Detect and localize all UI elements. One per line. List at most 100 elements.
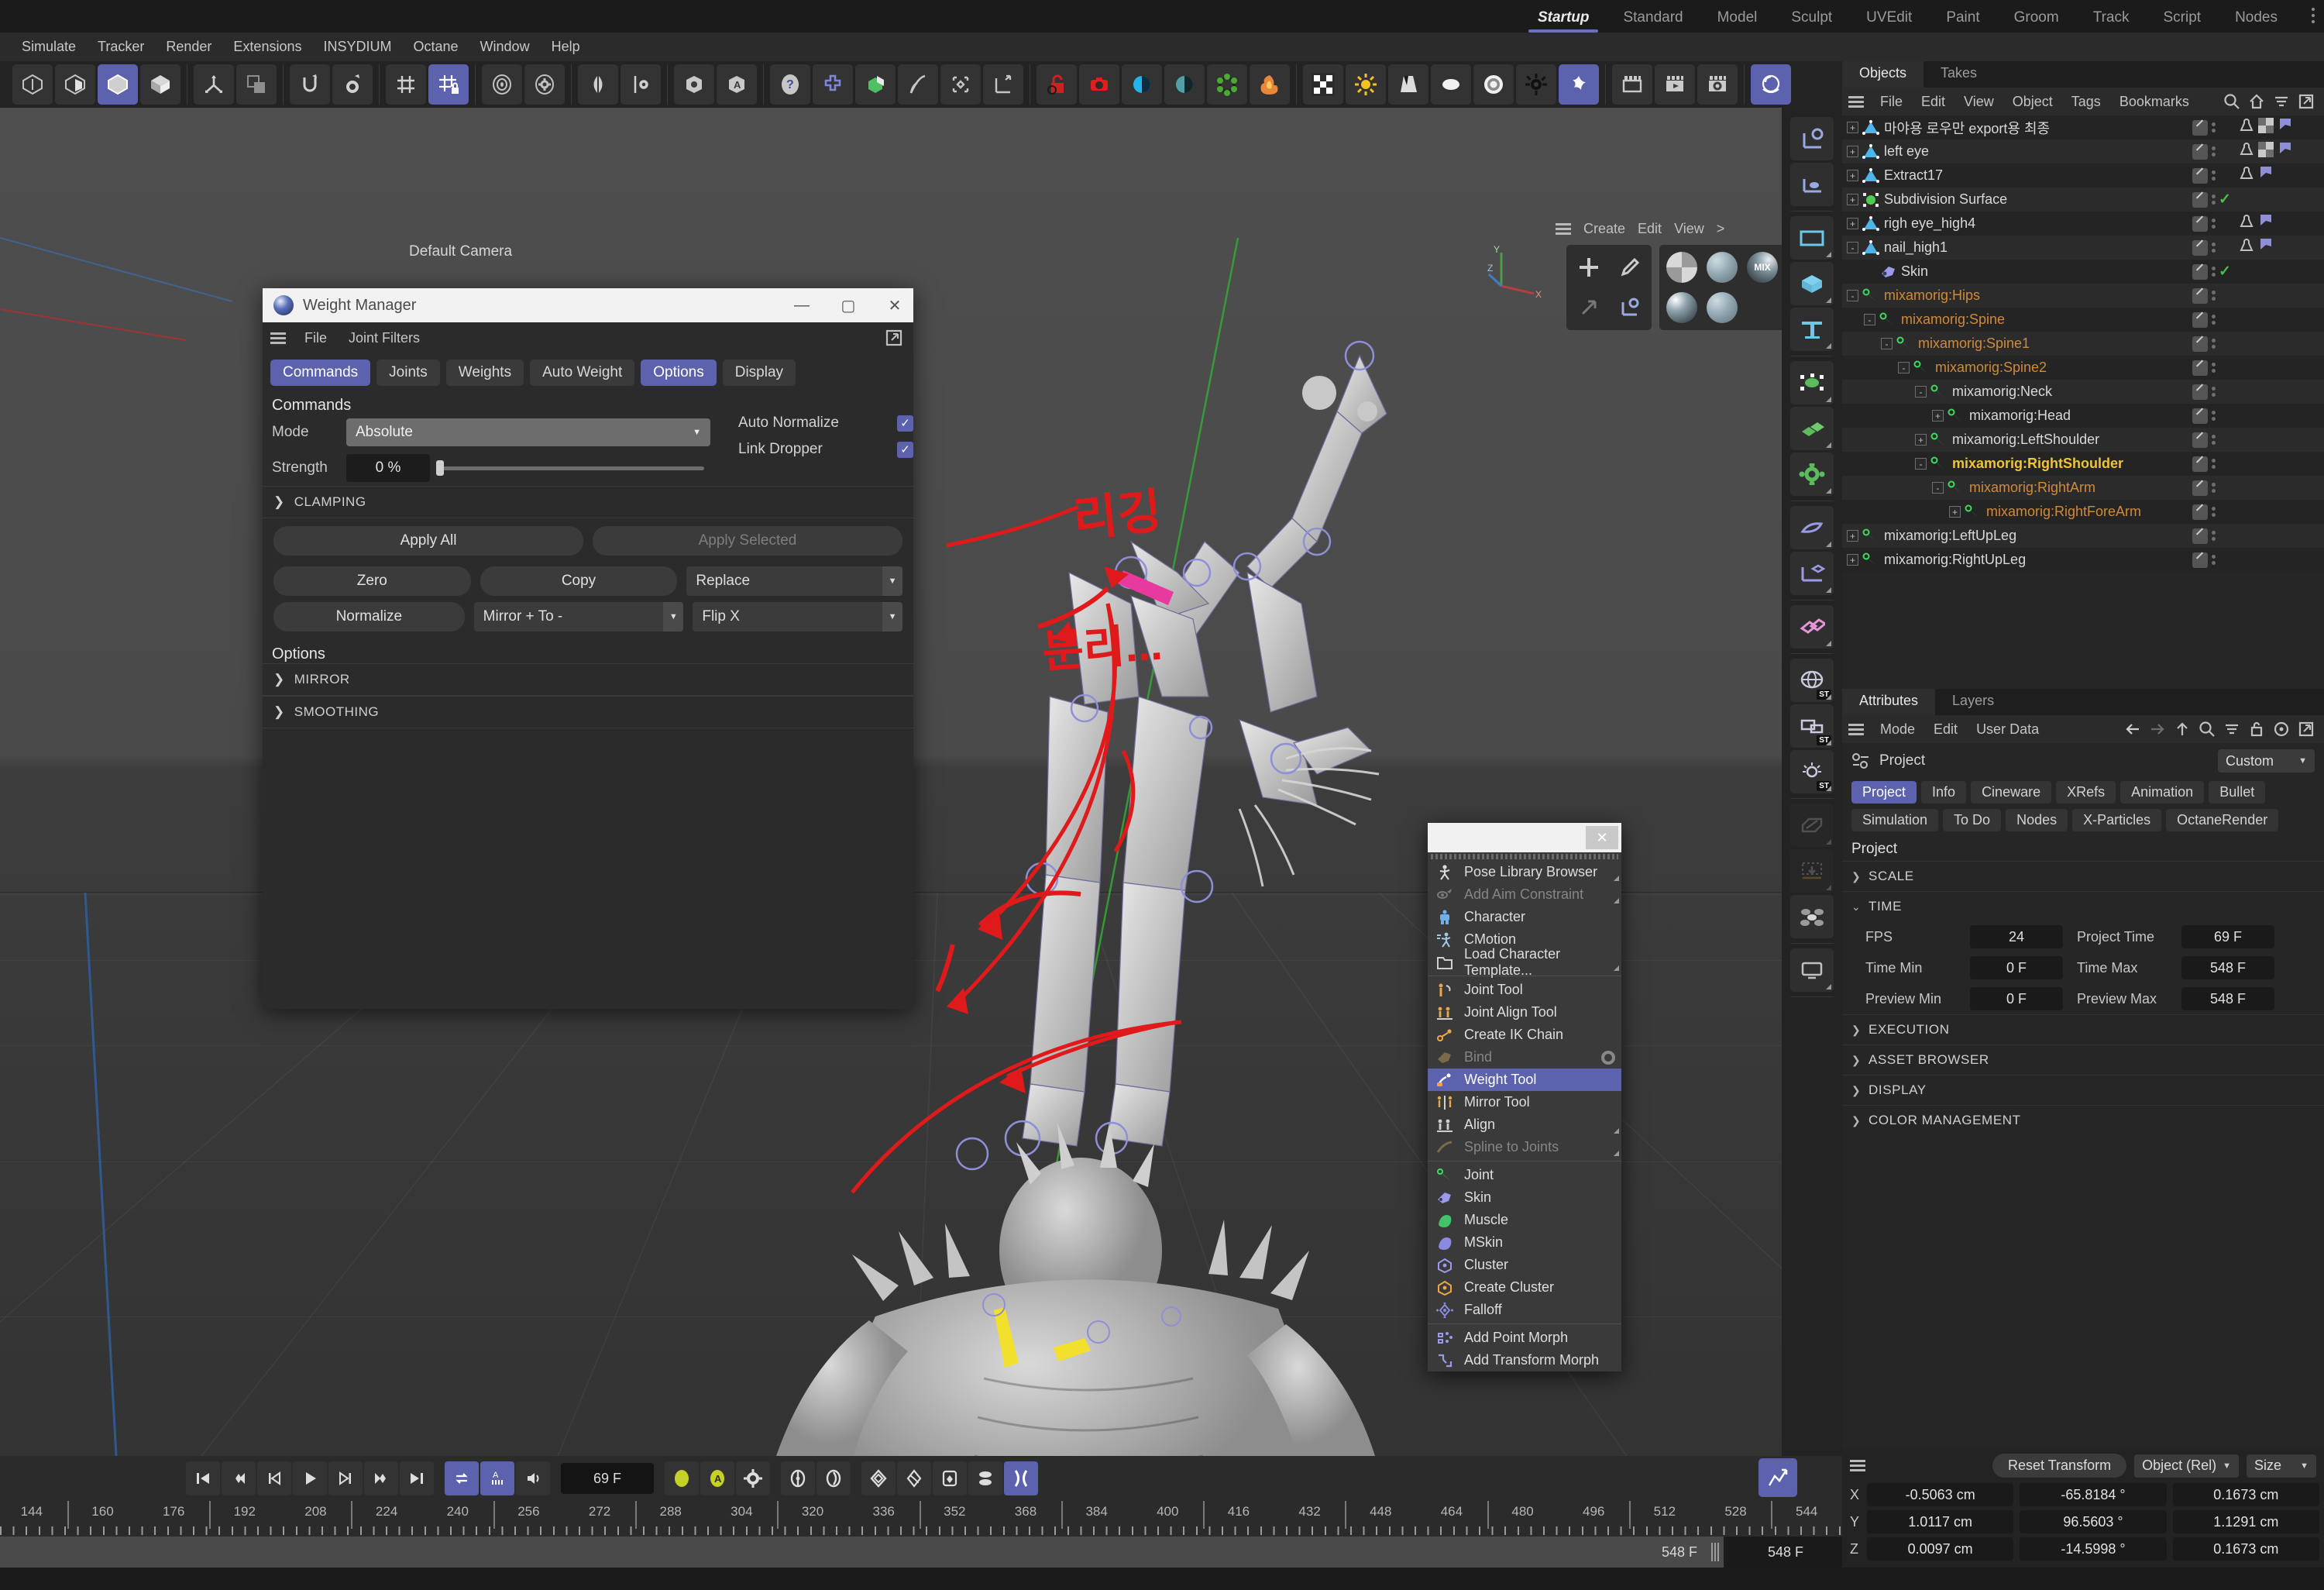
visibility-dots[interactable] <box>2208 291 2219 301</box>
material-checker-icon[interactable] <box>1303 64 1343 105</box>
tree-expander[interactable]: + <box>1847 194 1858 205</box>
attributes-preset-select[interactable]: Custom ▼ <box>2218 749 2315 773</box>
menu-item-mskin[interactable]: MSkin <box>1428 1231 1621 1254</box>
wm-mirror-fold[interactable]: ❯ MIRROR <box>263 663 913 696</box>
edit-toggle[interactable] <box>2192 336 2208 352</box>
tree-expander[interactable]: + <box>1847 554 1858 566</box>
hud-create-menu[interactable]: Create <box>1583 221 1625 237</box>
snap-settings-icon[interactable] <box>332 64 373 105</box>
deformer-icon[interactable] <box>983 64 1023 105</box>
go-to-end-button[interactable] <box>400 1461 434 1495</box>
mirror-icon[interactable] <box>578 64 618 105</box>
menu-item-create-ik-chain[interactable]: Create IK Chain <box>1428 1024 1621 1046</box>
viewport-a-icon[interactable]: A <box>717 64 757 105</box>
rotation-field[interactable]: -14.5998 ° <box>2020 1537 2167 1561</box>
text-primitive-icon[interactable] <box>1790 308 1834 351</box>
particles-icon[interactable] <box>1790 895 1834 938</box>
menu-extensions[interactable]: Extensions <box>222 36 312 57</box>
edit-toggle[interactable] <box>2192 239 2208 256</box>
edit-toggle[interactable] <box>2192 408 2208 424</box>
wm-tab-display[interactable]: Display <box>722 360 796 386</box>
area-light-icon[interactable] <box>1431 64 1471 105</box>
menu-window[interactable]: Window <box>469 36 541 57</box>
wm-clamping-fold[interactable]: ❯ CLAMPING <box>263 486 913 518</box>
edit-toggle[interactable] <box>2192 287 2208 304</box>
close-button[interactable]: ✕ <box>876 288 913 322</box>
object-tree-row[interactable]: + Subdivision Surface ✓ <box>1842 188 2324 212</box>
open-external-icon[interactable] <box>2295 718 2318 741</box>
visibility-dots[interactable] <box>2208 219 2219 229</box>
scene-node-st-icon[interactable]: ST <box>1790 704 1834 748</box>
contrast2-icon[interactable] <box>1164 64 1205 105</box>
wm-flip-dropdown[interactable]: Flip X ▼ <box>693 602 903 632</box>
edit-toggle[interactable] <box>2192 215 2208 232</box>
octane-icon[interactable] <box>1559 64 1599 105</box>
filter-icon[interactable] <box>2270 90 2293 113</box>
menu-item-mirror-tool[interactable]: Mirror Tool <box>1428 1091 1621 1113</box>
visibility-dots[interactable] <box>2208 170 2219 181</box>
menu-item-weight-tool[interactable]: Weight Tool <box>1428 1069 1621 1091</box>
object-tree-row[interactable]: - mixamorig:Hips <box>1842 284 2324 308</box>
wm-tab-weights[interactable]: Weights <box>445 360 524 386</box>
weight-manager-titlebar[interactable]: Weight Manager — ▢ ✕ <box>263 288 913 322</box>
generator-icon[interactable] <box>940 64 981 105</box>
object-tree-row[interactable]: + 마야용 로우만 export용 최종 <box>1842 115 2324 139</box>
loop-icon[interactable] <box>445 1461 479 1495</box>
timeline-end-frame-field[interactable]: 548 F <box>1729 1537 1842 1568</box>
time-value-b[interactable]: 69 F <box>2181 925 2274 948</box>
tag-pose-icon[interactable] <box>2239 165 2254 186</box>
add-plugin-icon[interactable] <box>813 64 853 105</box>
attr-tab-info[interactable]: Info <box>1921 781 1967 804</box>
tree-expander[interactable]: - <box>1847 290 1858 301</box>
edit-toggle[interactable] <box>2192 384 2208 400</box>
material-axis-icon[interactable] <box>1610 288 1648 327</box>
tag-flag-icon[interactable] <box>2258 213 2274 234</box>
wm-link-dropper-row[interactable]: Link Dropper ✓ <box>738 441 913 458</box>
scene-globe-st-icon[interactable]: ST <box>1790 659 1834 702</box>
tag-pose-icon[interactable] <box>2239 141 2254 162</box>
material-swatch-mix[interactable]: MIX <box>1743 248 1782 287</box>
menu-tracker[interactable]: Tracker <box>87 36 155 57</box>
menu-item-muscle[interactable]: Muscle <box>1428 1209 1621 1231</box>
tag-checker-icon[interactable] <box>2258 142 2274 161</box>
menu-item-add-point-morph[interactable]: Add Point Morph <box>1428 1327 1621 1349</box>
edit-toggle[interactable] <box>2192 119 2208 136</box>
tag-pose-icon[interactable] <box>2239 237 2254 258</box>
attr-fold-scale[interactable]: ❯ SCALE <box>1842 861 2324 891</box>
reset-transform-button[interactable]: Reset Transform <box>1992 1454 2127 1478</box>
layout-tab-uvedit[interactable]: UVEdit <box>1849 6 1929 33</box>
attr-tab-x-particles[interactable]: X-Particles <box>2072 809 2162 831</box>
visibility-dots[interactable] <box>2208 387 2219 397</box>
tree-expander[interactable]: - <box>1847 242 1858 253</box>
tree-expander[interactable]: - <box>1915 386 1927 398</box>
move-icon[interactable] <box>140 64 180 105</box>
tree-expander[interactable]: - <box>1881 338 1893 349</box>
timeline-scroll-grip[interactable] <box>1711 1543 1719 1561</box>
layout-tab-track[interactable]: Track <box>2076 6 2147 33</box>
home-icon[interactable] <box>2245 90 2268 113</box>
edit-toggle[interactable] <box>2192 263 2208 280</box>
hud-more-icon[interactable]: > <box>1717 221 1725 237</box>
object-axis-icon[interactable] <box>1790 117 1834 160</box>
attr-menu-mode[interactable]: Mode <box>1872 720 1923 739</box>
tab-objects[interactable]: Objects <box>1842 61 1924 88</box>
hair-icon[interactable] <box>1207 64 1247 105</box>
menu-item-joint[interactable]: Joint <box>1428 1164 1621 1186</box>
rotation-field[interactable]: 96.5603 ° <box>2020 1510 2167 1533</box>
attr-tab-bullet[interactable]: Bullet <box>2209 781 2266 804</box>
edit-toggle[interactable] <box>2192 552 2208 568</box>
back-arrow-icon[interactable] <box>2121 718 2144 741</box>
hud-hamburger-icon[interactable] <box>1556 223 1571 235</box>
menu-render[interactable]: Render <box>155 36 222 57</box>
tab-attributes[interactable]: Attributes <box>1842 689 1936 715</box>
timeline-graph-icon[interactable] <box>1758 1458 1797 1497</box>
attributes-hamburger-icon[interactable] <box>1848 723 1864 735</box>
menu-item-add-aim-constraint[interactable]: Add Aim Constraint <box>1428 883 1621 906</box>
render-view-icon[interactable] <box>1612 64 1652 105</box>
visibility-dots[interactable] <box>2208 122 2219 132</box>
apply-arrow-icon[interactable] <box>1569 288 1608 327</box>
edit-toggle[interactable] <box>2192 143 2208 160</box>
visibility-dots[interactable] <box>2208 459 2219 469</box>
object-tree-row[interactable]: + mixamorig:RightForeArm <box>1842 500 2324 524</box>
time-value-a[interactable]: 0 F <box>1970 987 2063 1010</box>
